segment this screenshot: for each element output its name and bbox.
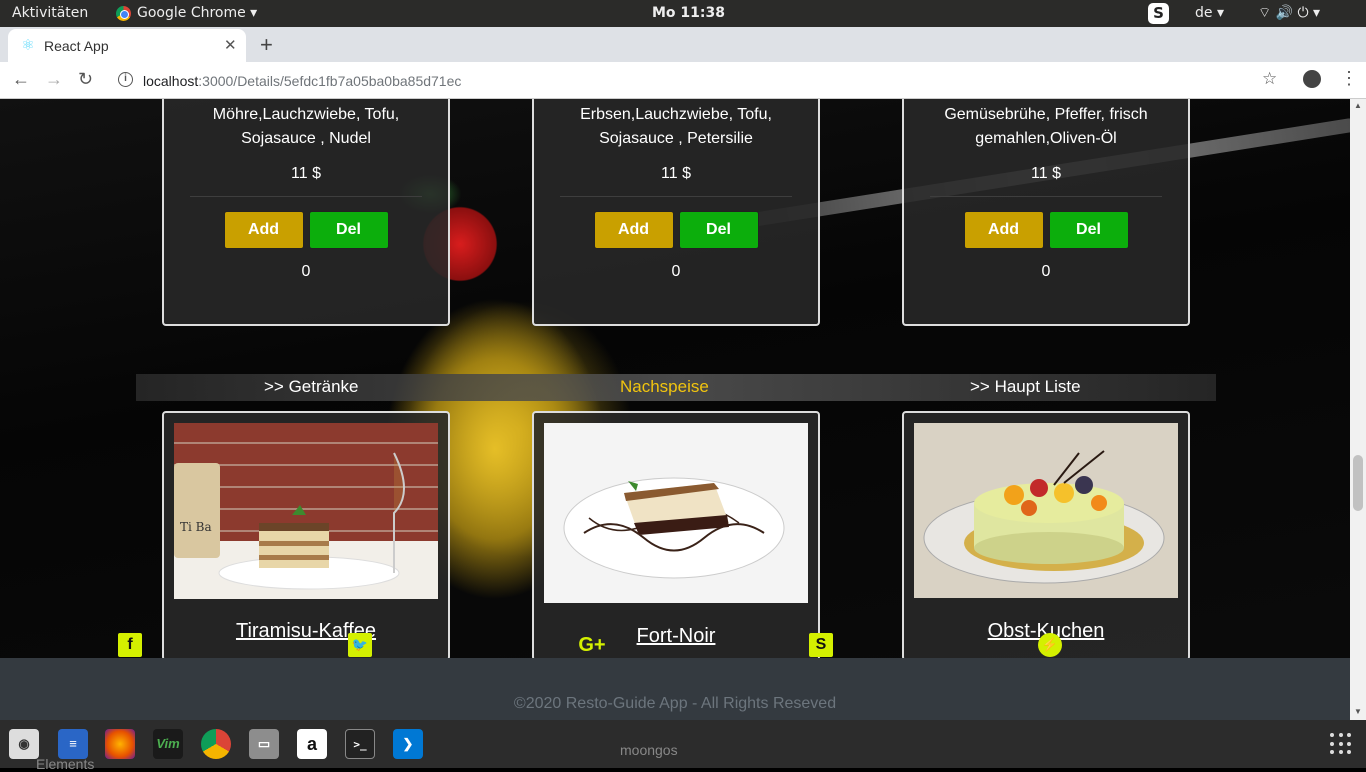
show-applications-icon[interactable]	[1330, 733, 1352, 755]
tab-title: React App	[44, 38, 109, 54]
activities-button[interactable]: Aktivitäten	[12, 5, 88, 21]
browser-toolbar: ← → ↻ i localhost:3000/Details/5efdc1fb7…	[0, 62, 1366, 99]
vscode-icon[interactable]: ❯	[393, 729, 423, 759]
ghost-label-moongos: moongos	[620, 742, 678, 758]
bookmark-star-icon[interactable]: ☆	[1262, 69, 1277, 89]
add-button[interactable]: Add	[963, 211, 1044, 249]
scroll-down-arrow-icon[interactable]: ▼	[1354, 707, 1362, 716]
dish-price: 11 $	[661, 165, 691, 182]
scroll-up-arrow-icon[interactable]: ▲	[1354, 101, 1362, 110]
tab-close-icon[interactable]: ✕	[224, 36, 237, 54]
page-scrollbar[interactable]: ▲ ▼	[1350, 99, 1366, 720]
dish-count: 0	[1041, 263, 1051, 280]
nav-link-getraenke[interactable]: >> Getränke	[264, 377, 359, 397]
account-icon[interactable]	[1303, 70, 1321, 88]
tab-strip: ⚛ React App ✕ +	[0, 27, 1366, 62]
browser-menu-icon[interactable]: ⋮	[1340, 68, 1358, 89]
nav-link-haupt-liste[interactable]: >> Haupt Liste	[970, 377, 1081, 397]
url-text: localhost:3000/Details/5efdc1fb7a05ba0ba…	[143, 73, 461, 89]
dessert-card-3[interactable]: Obst-Kuchen	[902, 411, 1190, 661]
divider	[560, 196, 792, 197]
scrollbar-thumb[interactable]	[1353, 455, 1363, 511]
chrome-icon	[116, 5, 131, 21]
files-icon[interactable]: ▭	[249, 729, 279, 759]
dish-price: 11 $	[1031, 165, 1061, 182]
system-menu[interactable]: ⌔ 🔊 ⏻ ▾	[1258, 4, 1320, 22]
del-button[interactable]: Del	[308, 211, 389, 249]
del-button[interactable]: Del	[1048, 211, 1129, 249]
os-top-bar: Aktivitäten Google Chrome ▾ Mo 11:38 S d…	[0, 0, 1366, 27]
chrome-dock-icon[interactable]	[201, 729, 231, 759]
dessert-name[interactable]: Tiramisu-Kaffee	[164, 620, 448, 643]
obst-kuchen-image	[914, 423, 1178, 598]
react-favicon-icon: ⚛	[21, 37, 35, 54]
dish-ingredients: Erbsen,Lauchzwiebe, Tofu, Sojasauce , Pe…	[580, 106, 772, 147]
ubuntu-software-icon[interactable]: ◉	[9, 729, 39, 759]
clock[interactable]: Mo 11:38	[652, 5, 725, 21]
dish-count: 0	[301, 263, 311, 280]
dish-count: 0	[671, 263, 681, 280]
dish-card-3: Gemüsebrühe, Pfeffer, frisch gemahlen,Ol…	[902, 99, 1190, 326]
dish-card-1: Möhre,Lauchzwiebe, Tofu, Sojasauce , Nud…	[162, 99, 450, 326]
text-editor-icon[interactable]: ≡	[58, 729, 88, 759]
messenger-icon[interactable]: ⚡	[1038, 633, 1062, 657]
divider	[930, 196, 1162, 197]
skype-icon[interactable]: S	[809, 633, 833, 657]
vim-icon[interactable]: Vim	[153, 729, 183, 759]
dish-ingredients: Gemüsebrühe, Pfeffer, frisch gemahlen,Ol…	[944, 106, 1148, 147]
dish-card-2: Erbsen,Lauchzwiebe, Tofu, Sojasauce , Pe…	[532, 99, 820, 326]
add-button[interactable]: Add	[593, 211, 674, 249]
amazon-icon[interactable]: a	[297, 729, 327, 759]
add-button[interactable]: Add	[223, 211, 304, 249]
dish-ingredients: Möhre,Lauchzwiebe, Tofu, Sojasauce , Nud…	[212, 106, 400, 147]
new-tab-button[interactable]: +	[260, 32, 273, 58]
tab-react-app[interactable]: ⚛ React App ✕	[8, 29, 246, 62]
fort-noir-image	[544, 423, 808, 603]
footer: ©2020 Resto-Guide App - All Rights Resev…	[0, 658, 1350, 720]
google-plus-icon[interactable]: G+	[575, 633, 609, 657]
address-bar[interactable]: i localhost:3000/Details/5efdc1fb7a05ba0…	[108, 66, 1288, 95]
facebook-icon[interactable]: f	[118, 633, 142, 657]
dessert-card-1[interactable]: Ti Ba Tiramisu-Kaffee	[162, 411, 450, 661]
copyright-text: ©2020 Resto-Guide App - All Rights Resev…	[513, 695, 837, 712]
back-button[interactable]: ←	[12, 69, 30, 90]
skype-tray-icon[interactable]: S	[1148, 3, 1169, 24]
divider	[190, 196, 422, 197]
url-host: localhost	[143, 73, 199, 89]
twitter-icon[interactable]: 🐦	[348, 633, 372, 657]
url-path: :3000/Details/5efdc1fb7a05ba0ba85d71ec	[198, 73, 462, 89]
language-selector[interactable]: de ▾	[1195, 5, 1224, 21]
dessert-card-2[interactable]: Fort-Noir	[532, 411, 820, 661]
app-menu-label: Google Chrome ▾	[137, 5, 258, 21]
jar-label: Ti Ba	[180, 520, 212, 534]
terminal-icon[interactable]: >_	[345, 729, 375, 759]
page-viewport: Möhre,Lauchzwiebe, Tofu, Sojasauce , Nud…	[0, 99, 1350, 720]
app-menu[interactable]: Google Chrome ▾	[116, 5, 257, 21]
category-nav: >> Getränke Nachspeise >> Haupt Liste	[136, 374, 1216, 401]
firefox-icon[interactable]	[105, 729, 135, 759]
nav-link-nachspeise[interactable]: Nachspeise	[620, 377, 709, 397]
dish-price: 11 $	[291, 165, 321, 182]
taskbar-dock: Elements moongos ◉ ≡ Vim ▭ a >_ ❯	[0, 720, 1366, 772]
del-button[interactable]: Del	[678, 211, 759, 249]
info-icon[interactable]: i	[118, 72, 133, 87]
forward-button[interactable]: →	[45, 69, 63, 90]
reload-button[interactable]: ↻	[78, 69, 93, 90]
tiramisu-image: Ti Ba	[174, 423, 438, 599]
